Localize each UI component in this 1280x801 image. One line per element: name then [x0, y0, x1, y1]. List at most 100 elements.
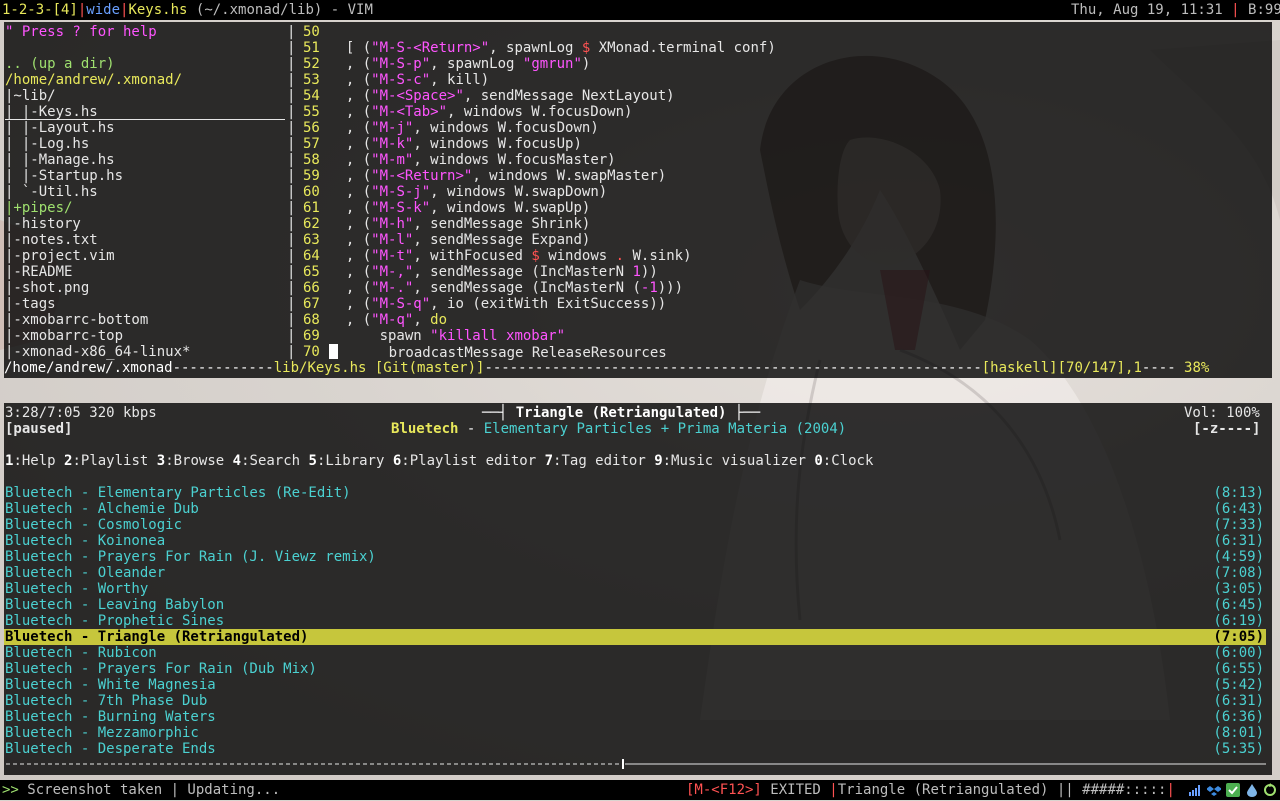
code-token: , (	[329, 120, 372, 136]
code-line[interactable]: , ("M-S-k", windows W.swapUp)	[329, 200, 590, 216]
tab-playlist-editor[interactable]: 6:Playlist editor	[393, 453, 536, 469]
filetree-item[interactable]: |-project.vim	[5, 248, 115, 264]
split-separator: |	[287, 296, 296, 312]
tab-label: :Clock	[822, 453, 874, 469]
playlist-row[interactable]: Bluetech - Elementary Particles (Re-Edit…	[4, 485, 1266, 501]
droplet-icon[interactable]	[1245, 783, 1259, 797]
ncmpcpp-window[interactable]: 3:28/7:05 320 kbps ──┤ Triangle (Retrian…	[4, 403, 1272, 775]
playlist-row[interactable]: Bluetech - Leaving Babylon (6:45)	[4, 597, 1266, 613]
playlist-row[interactable]: Bluetech - Worthy (3:05)	[4, 581, 1266, 597]
code-line[interactable]: broadcastMessage ReleaseResources	[329, 344, 667, 361]
playlist-row[interactable]: Bluetech - Prayers For Rain (Dub Mix) (6:…	[4, 661, 1266, 677]
filetree-item[interactable]: | |-Keys.hs	[5, 104, 285, 120]
playlist-row[interactable]: Bluetech - Koinonea (6:31)	[4, 533, 1266, 549]
elapsed-time: 3:28/7:05 320 kbps	[5, 405, 157, 421]
split-separator: |	[287, 24, 296, 40]
vim-window[interactable]: " Press ? for help.. (up a dir)/home/and…	[4, 22, 1272, 378]
playlist-row[interactable]: Bluetech - Mezzamorphic (8:01)	[4, 725, 1266, 741]
filetree-item[interactable]: | |-Startup.hs	[5, 168, 123, 184]
tab-playlist[interactable]: 2:Playlist	[64, 453, 148, 469]
line-number: 62	[303, 216, 320, 232]
filetree-item[interactable]: |-notes.txt	[5, 232, 98, 248]
filetree-item[interactable]: |-README	[5, 264, 72, 280]
filetree-item[interactable]: .. (up a dir)	[5, 56, 115, 72]
tab-clock[interactable]: 0:Clock	[814, 453, 873, 469]
playlist-row[interactable]: Bluetech - Alchemie Dub (6:43)	[4, 501, 1266, 517]
playlist-row[interactable]: Bluetech - Rubicon (6:00)	[4, 645, 1266, 661]
code-line[interactable]: , ("M-h", sendMessage Shrink)	[329, 216, 590, 232]
filetree-item[interactable]: /home/andrew/.xmonad/	[5, 72, 182, 88]
code-line[interactable]: , ("M-t", withFocused $ windows . W.sink…	[329, 248, 692, 264]
code-line[interactable]: , ("M-<Space>", sendMessage NextLayout)	[329, 88, 675, 104]
dropbox-icon[interactable]	[1206, 783, 1222, 797]
code-line[interactable]: , ("M-S-p", spawnLog "gmrun")	[329, 56, 591, 72]
filetree-item[interactable]: |-xmobarrc-bottom	[5, 312, 148, 328]
code-line[interactable]: [ ("M-S-<Return>", spawnLog $ XMonad.ter…	[329, 40, 776, 56]
filetree-item[interactable]: | |-Manage.hs	[5, 152, 115, 168]
track-duration: (5:35)	[1213, 741, 1264, 757]
filetree-item[interactable]: |~lib/	[5, 88, 56, 104]
code-token: , (	[329, 264, 372, 280]
code-line[interactable]: , ("M-S-j", windows W.swapDown)	[329, 184, 607, 200]
playlist-row[interactable]: Bluetech - 7th Phase Dub (6:31)	[4, 693, 1266, 709]
signal-bars-icon[interactable]	[1188, 783, 1202, 797]
tab-search[interactable]: 4:Search	[233, 453, 300, 469]
playlist-row[interactable]: Bluetech - Prayers For Rain (J. Viewz re…	[4, 549, 1266, 565]
progress-bar[interactable]	[4, 759, 1268, 769]
code-token: -1	[640, 280, 658, 296]
split-separator: |	[287, 72, 296, 88]
code-line[interactable]: , ("M-S-q", io (exitWith ExitSuccess))	[329, 296, 666, 312]
xmobar-top: 1-2-3-[4]|wide|Keys.hs (~/.xmonad/lib) -…	[0, 0, 1280, 20]
playlist-row[interactable]: Bluetech - Oleander (7:08)	[4, 565, 1266, 581]
filetree-item[interactable]: |-tags	[5, 296, 56, 312]
checkmark-icon[interactable]	[1226, 783, 1240, 797]
playlist-row[interactable]: Bluetech - Cosmologic (7:33)	[4, 517, 1266, 533]
track-title: Bluetech - Leaving Babylon	[5, 597, 225, 613]
screen-tabs[interactable]: 1:Help 2:Playlist 3:Browse 4:Search 5:Li…	[5, 453, 873, 469]
tab-music-visualizer[interactable]: 9:Music visualizer	[654, 453, 806, 469]
filetree-item[interactable]: " Press ? for help	[5, 24, 157, 40]
filetree-item[interactable]: | |-Layout.hs	[5, 120, 115, 136]
code-line[interactable]: , ("M-q", do	[329, 312, 447, 328]
filetree-item[interactable]: | `-Util.hs	[5, 184, 98, 200]
line-number: 65	[303, 264, 320, 280]
code-line[interactable]: , ("M-k", windows W.focusUp)	[329, 136, 582, 152]
code-token: , spawnLog	[430, 56, 523, 72]
recycle-icon[interactable]	[1263, 783, 1277, 797]
playlist-row[interactable]: Bluetech - Burning Waters (6:36)	[4, 709, 1266, 725]
workspace-list[interactable]: 1-2-3-[4]	[2, 2, 78, 18]
tab-browse[interactable]: 3:Browse	[157, 453, 224, 469]
code-token: , sendMessage (IncMasterN (	[413, 280, 641, 296]
code-line[interactable]: , ("M-<Return>", windows W.swapMaster)	[329, 168, 666, 184]
tab-library[interactable]: 5:Library	[309, 453, 385, 469]
playlist-row[interactable]: Bluetech - Triangle (Retriangulated) (7:0…	[4, 629, 1266, 645]
tab-tag-editor[interactable]: 7:Tag editor	[545, 453, 646, 469]
status-message: Screenshot taken | Updating...	[18, 782, 281, 798]
filetree-item[interactable]: |-shot.png	[5, 280, 89, 296]
vim-statusline: /home/andrew/.xmonad------------lib/Keys…	[4, 360, 1210, 376]
code-line[interactable]: , ("M-S-c", kill)	[329, 72, 489, 88]
line-number: 66	[303, 280, 320, 296]
code-line[interactable]: , ("M-<Tab>", windows W.focusDown)	[329, 104, 633, 120]
code-line[interactable]: spawn "killall xmobar"	[329, 328, 565, 344]
filetree-item[interactable]: |-xmobarrc-top	[5, 328, 123, 344]
code-token: , (	[329, 216, 372, 232]
progress-knob[interactable]	[622, 759, 624, 769]
code-token: "M-,"	[371, 264, 414, 280]
tab-help[interactable]: 1:Help	[5, 453, 56, 469]
code-token: 1	[632, 264, 641, 280]
tab-label: :Playlist	[72, 453, 149, 469]
playlist-row[interactable]: Bluetech - Prophetic Sines (6:19)	[4, 613, 1266, 629]
filetree-item[interactable]: |+pipes/	[5, 200, 72, 216]
code-token: "M-k"	[371, 136, 414, 152]
code-line[interactable]: , ("M-m", windows W.focusMaster)	[329, 152, 616, 168]
filetree-item[interactable]: |-xmonad-x86_64-linux*	[5, 344, 190, 360]
playlist-row[interactable]: Bluetech - Desperate Ends (5:35)	[4, 741, 1266, 757]
code-line[interactable]: , ("M-.", sendMessage (IncMasterN (-1)))	[329, 280, 683, 296]
filetree-item[interactable]: | |-Log.hs	[5, 136, 89, 152]
playlist-row[interactable]: Bluetech - White Magnesia (5:42)	[4, 677, 1266, 693]
filetree-item[interactable]: |-history	[5, 216, 81, 232]
code-line[interactable]: , ("M-,", sendMessage (IncMasterN 1))	[329, 264, 658, 280]
code-line[interactable]: , ("M-j", windows W.focusDown)	[329, 120, 599, 136]
code-line[interactable]: , ("M-l", sendMessage Expand)	[329, 232, 590, 248]
